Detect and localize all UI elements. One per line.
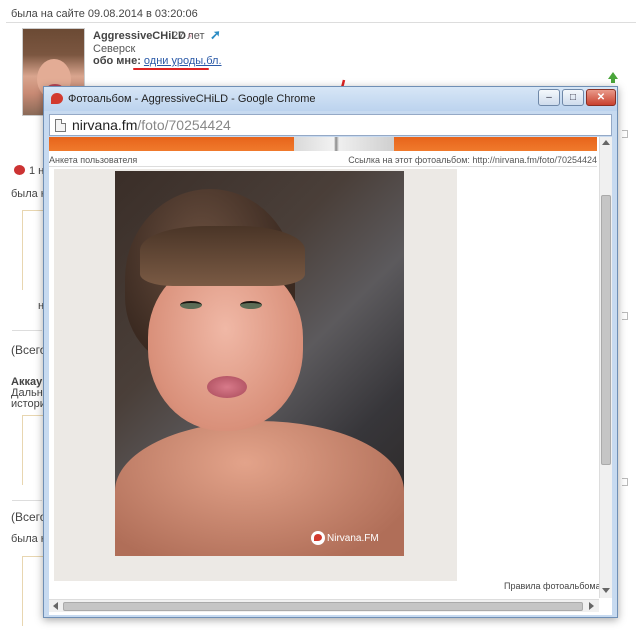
user-city: Северск bbox=[93, 43, 136, 55]
address-path: /foto/70254424 bbox=[137, 117, 231, 133]
photo-eye-left bbox=[180, 301, 202, 309]
green-up-arrow-icon[interactable] bbox=[608, 72, 618, 83]
photo-album-popup-window: Фотоальбом - AggressiveCHiLD - Google Ch… bbox=[43, 86, 618, 618]
site-banner bbox=[49, 137, 597, 151]
sketch-thumbnail bbox=[22, 415, 44, 485]
side-marker bbox=[622, 130, 628, 138]
reaction-count-fragment: 1 н bbox=[29, 165, 45, 177]
user-profile-link[interactable]: Анкета пользователя bbox=[49, 155, 137, 165]
photo-lips bbox=[207, 376, 247, 398]
user-age: 27 лет bbox=[172, 30, 205, 42]
reaction-icon bbox=[14, 165, 25, 175]
album-link-text[interactable]: Ссылка на этот фотоальбом: http://nirvan… bbox=[348, 155, 597, 165]
sketch-thumbnail bbox=[22, 556, 44, 626]
divider bbox=[12, 330, 42, 331]
window-title: Фотоальбом - AggressiveCHiLD - Google Ch… bbox=[68, 93, 316, 105]
horizontal-scroll-thumb[interactable] bbox=[63, 602, 583, 611]
minimize-button[interactable]: – bbox=[538, 89, 560, 106]
site-favicon bbox=[51, 93, 63, 104]
photo-bangs bbox=[140, 226, 305, 286]
address-bar[interactable]: nirvana.fm/foto/70254424 bbox=[49, 114, 612, 136]
scroll-left-arrow-icon[interactable] bbox=[53, 602, 58, 610]
vertical-scroll-thumb[interactable] bbox=[601, 195, 611, 465]
about-label: обо мне: bbox=[93, 55, 141, 67]
side-marker bbox=[622, 312, 628, 320]
banner-image bbox=[294, 137, 394, 151]
close-button[interactable]: ✕ bbox=[586, 89, 616, 106]
total-fragment: (Всего bbox=[11, 343, 47, 357]
external-link-icon[interactable]: ➚ bbox=[210, 27, 221, 43]
scroll-down-arrow-icon[interactable] bbox=[602, 588, 610, 593]
page-icon bbox=[55, 119, 66, 132]
divider bbox=[12, 500, 42, 501]
about-me: обо мне: одни уроды,бл. bbox=[93, 55, 222, 67]
nirvana-logo-icon bbox=[311, 531, 325, 545]
address-url: nirvana.fm/foto/70254424 bbox=[72, 117, 231, 133]
scroll-right-arrow-icon[interactable] bbox=[589, 602, 594, 610]
page-content: Анкета пользователя Ссылка на этот фотоа… bbox=[49, 137, 612, 615]
total-fragment-b: (Всего bbox=[11, 510, 47, 524]
horizontal-scrollbar[interactable] bbox=[49, 599, 599, 612]
photo-eye-right bbox=[240, 301, 262, 309]
window-titlebar[interactable]: Фотоальбом - AggressiveCHiLD - Google Ch… bbox=[44, 87, 617, 111]
watermark-text: Nirvana.FM bbox=[327, 533, 379, 544]
album-subnav: Анкета пользователя Ссылка на этот фотоа… bbox=[49, 154, 597, 167]
divider bbox=[6, 22, 636, 23]
sketch-thumbnail bbox=[22, 210, 44, 290]
vertical-scrollbar[interactable] bbox=[599, 137, 612, 598]
history-fragment: истори bbox=[11, 398, 46, 410]
photo-viewer: Nirvana.FM bbox=[54, 169, 457, 581]
scroll-up-arrow-icon[interactable] bbox=[602, 140, 610, 145]
maximize-button[interactable]: □ bbox=[562, 89, 584, 106]
side-marker bbox=[622, 478, 628, 486]
address-domain: nirvana.fm bbox=[72, 117, 138, 133]
album-photo[interactable]: Nirvana.FM bbox=[115, 171, 404, 556]
album-rules-link[interactable]: Правила фотоальбома bbox=[504, 581, 601, 591]
about-value: одни уроды,бл. bbox=[143, 55, 222, 67]
last-seen-text: была на сайте 09.08.2014 в 03:20:06 bbox=[11, 8, 198, 20]
annotation-underline bbox=[133, 68, 209, 70]
photo-face bbox=[148, 261, 303, 431]
